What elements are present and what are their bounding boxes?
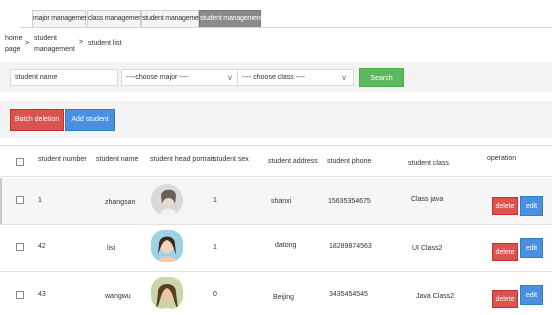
student-name-input[interactable]: student name xyxy=(10,69,118,86)
header-operation: operation xyxy=(487,155,517,162)
breadcrumb-student-line2: management xyxy=(34,46,75,53)
row-checkbox[interactable] xyxy=(16,291,24,299)
cell-student-name: lisi xyxy=(107,245,116,252)
table-row: 42 lisi 1 datong 18289874563 UI Class2 d… xyxy=(0,225,552,272)
header-student-number: student number xyxy=(38,156,87,163)
cell-student-name: zhangsan xyxy=(105,199,136,206)
breadcrumb-home-line1: home xyxy=(5,35,23,42)
cell-student-class: Class java xyxy=(411,196,444,203)
student-portrait-image xyxy=(151,184,183,216)
cell-student-number: 43 xyxy=(38,291,46,298)
class-select[interactable]: ---- choose class ---- ∨ xyxy=(237,69,354,86)
header-student-sex: student sex xyxy=(213,156,249,163)
header-student-name: student name xyxy=(96,156,139,163)
cell-student-name: wangwu xyxy=(105,293,131,300)
header-student-address: student address xyxy=(268,158,318,165)
cell-student-address: datong xyxy=(275,242,297,249)
breadcrumb-student-line1: student xyxy=(34,35,57,42)
student-portrait-image xyxy=(151,230,183,262)
cell-student-class: UI Class2 xyxy=(412,245,443,252)
cell-student-number: 42 xyxy=(38,243,46,250)
major-select[interactable]: ----choose major ---- ∨ xyxy=(121,69,240,86)
tab-student-management1[interactable]: student management1 xyxy=(199,10,266,28)
breadcrumb-home[interactable]: home page xyxy=(5,33,23,55)
cell-student-phone: 18289874563 xyxy=(329,243,372,250)
student-name-placeholder: student name xyxy=(15,74,58,81)
breadcrumb-student-management[interactable]: student management xyxy=(34,33,75,55)
header-student-class: student class xyxy=(408,160,449,167)
cell-student-address: shanxi xyxy=(271,198,292,205)
row-indicator xyxy=(0,178,2,224)
tab-class-management[interactable]: class management xyxy=(87,10,144,28)
cell-student-class: Java Class2 xyxy=(416,293,455,300)
delete-button[interactable]: delete xyxy=(492,197,518,215)
tab-major-management[interactable]: major management xyxy=(32,10,90,28)
header-student-phone: student phone xyxy=(327,158,372,165)
class-select-value: ---- choose class ---- xyxy=(242,74,306,81)
breadcrumb-separator: > xyxy=(79,39,84,46)
delete-button[interactable]: delete xyxy=(492,243,518,261)
header-student-portrait: student head portrait xyxy=(150,156,215,163)
cell-student-address: Beijing xyxy=(273,294,295,301)
delete-button[interactable]: delete xyxy=(492,290,518,308)
tab-student-management[interactable]: student management xyxy=(141,10,204,28)
tab-bar-divider xyxy=(20,27,552,28)
major-select-value: ----choose major ---- xyxy=(126,74,189,81)
table-row: 1 zhangsan 1 shanxi 15635354675 Class ja… xyxy=(0,178,552,225)
row-checkbox[interactable] xyxy=(16,243,24,251)
cell-student-sex: 0 xyxy=(213,291,217,298)
row-checkbox[interactable] xyxy=(16,196,24,204)
chevron-down-icon: ∨ xyxy=(341,73,347,82)
table-row: 43 wangwu 0 Beijing 3435454545 Java Clas… xyxy=(0,272,552,315)
table-header: student number student name student head… xyxy=(0,145,552,177)
edit-button[interactable]: edit xyxy=(520,285,543,305)
breadcrumb-current: student list xyxy=(88,40,122,47)
select-all-checkbox[interactable] xyxy=(16,158,24,166)
search-student-button[interactable]: Search student xyxy=(359,68,404,101)
chevron-down-icon: ∨ xyxy=(227,73,233,82)
student-portrait-image xyxy=(151,277,183,309)
add-student-button[interactable]: Add student xyxy=(65,109,115,131)
cell-student-sex: 1 xyxy=(213,197,217,204)
edit-button[interactable]: edit xyxy=(520,238,543,258)
cell-student-phone: 15635354675 xyxy=(328,198,371,205)
cell-student-phone: 3435454545 xyxy=(329,291,368,298)
edit-button[interactable]: edit xyxy=(520,196,543,216)
batch-delete-button[interactable]: Batch deletion xyxy=(10,109,64,131)
breadcrumb-separator: > xyxy=(25,40,30,47)
cell-student-sex: 1 xyxy=(213,244,217,251)
cell-student-number: 1 xyxy=(38,197,42,204)
breadcrumb-home-line2: page xyxy=(5,46,21,53)
